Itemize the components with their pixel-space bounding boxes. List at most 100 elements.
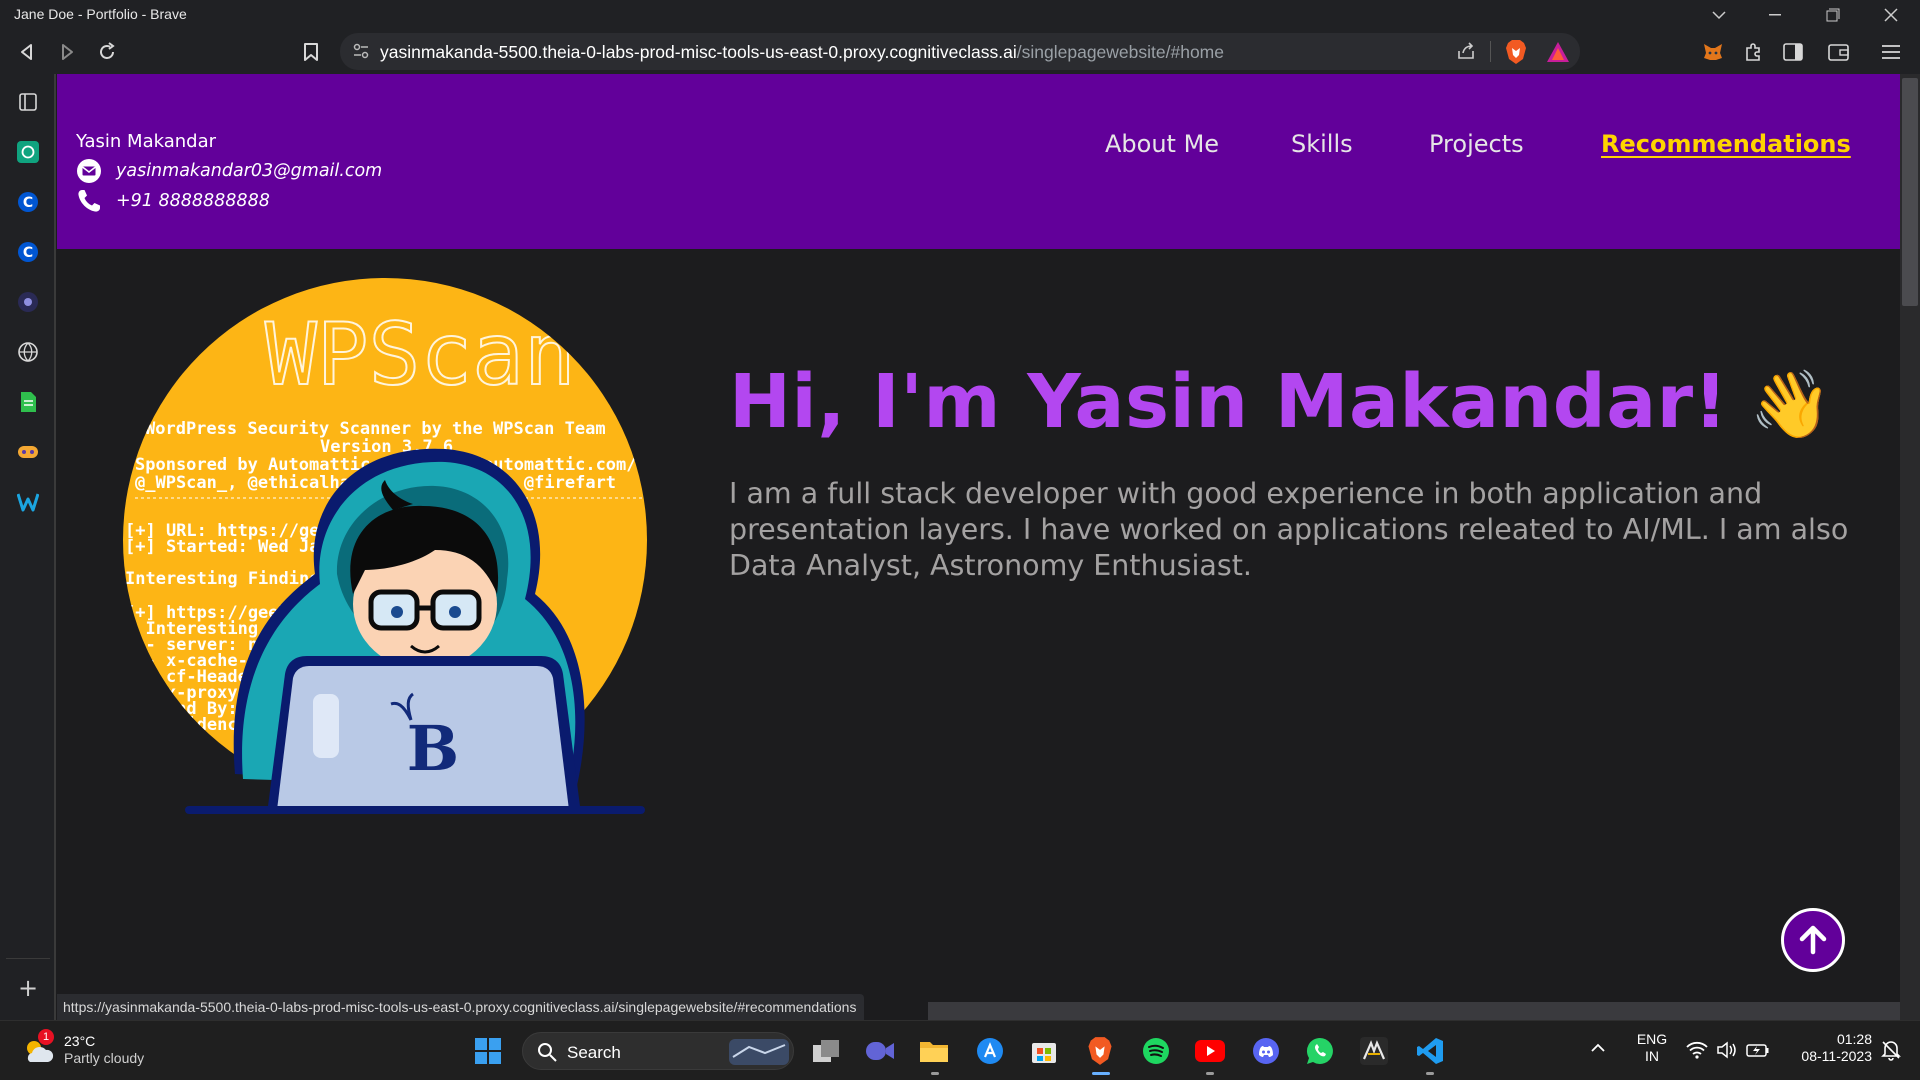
weather-desc: Partly cloudy <box>64 1050 145 1066</box>
svg-text:C: C <box>23 195 33 211</box>
windows-start-icon[interactable] <box>468 1031 508 1071</box>
webstorm-icon[interactable] <box>14 488 42 516</box>
clock[interactable]: 01:28 08-11-2023 <box>1782 1031 1872 1065</box>
weather-widget[interactable]: 1 23°C Partly cloudy <box>22 1029 145 1067</box>
teams-meet-icon[interactable] <box>860 1031 900 1071</box>
sidebar-divider <box>6 958 50 959</box>
waving-hand-icon: 👋 <box>1749 366 1833 443</box>
language-indicator[interactable]: ENG IN <box>1632 1031 1672 1065</box>
search-icon <box>538 1043 557 1062</box>
wifi-icon[interactable] <box>1686 1041 1708 1064</box>
clock-date: 08-11-2023 <box>1801 1048 1872 1064</box>
youtube-icon[interactable] <box>1190 1031 1230 1071</box>
nav-about-me[interactable]: About Me <box>1105 130 1219 158</box>
space-icon[interactable] <box>14 288 42 316</box>
window-title: Jane Doe - Portfolio - Brave <box>14 6 187 22</box>
windows-taskbar: 1 23°C Partly cloudy Search ENG IN 01:28… <box>0 1020 1920 1080</box>
add-sidebar-item-button[interactable]: + <box>14 974 42 1002</box>
weather-temp: 23°C <box>64 1033 96 1049</box>
clock-time: 01:28 <box>1836 1031 1872 1047</box>
scroll-to-top-button[interactable] <box>1781 908 1845 972</box>
phone-icon <box>76 188 102 214</box>
search-highlight-image <box>729 1039 789 1065</box>
forward-button[interactable] <box>50 35 84 69</box>
vscode-running-indicator <box>1426 1072 1434 1075</box>
volume-icon[interactable] <box>1716 1041 1738 1064</box>
microsoft-store-icon[interactable] <box>1024 1031 1064 1071</box>
discord-icon[interactable] <box>1246 1031 1286 1071</box>
sidebar-panel-icon[interactable] <box>14 88 42 116</box>
minimize-button[interactable] <box>1752 0 1798 29</box>
app-store-icon[interactable] <box>970 1031 1010 1071</box>
metamask-extension-icon[interactable] <box>1696 35 1730 69</box>
hero-title: Hi, I'm Yasin Makandar! 👋 <box>729 359 1833 445</box>
bookmark-icon[interactable] <box>294 35 328 69</box>
coursera-icon[interactable]: C <box>14 188 42 216</box>
laptop-logo-text: B <box>407 712 459 785</box>
main-nav: About Me Skills Projects Recommendations <box>57 130 1900 170</box>
svg-text:C: C <box>23 245 33 261</box>
spotify-icon[interactable] <box>1136 1031 1176 1071</box>
language-bottom: IN <box>1645 1048 1659 1064</box>
site-header: Yasin Makandar yasinmakandar03@gmail.com… <box>57 74 1900 249</box>
brave-rewards-icon[interactable] <box>1546 41 1570 67</box>
address-divider <box>1490 41 1491 62</box>
brave-icon[interactable] <box>1080 1031 1120 1071</box>
restore-button[interactable] <box>1810 0 1856 29</box>
browser-toolbar: yasinmakanda-5500.theia-0-labs-prod-misc… <box>0 29 1920 74</box>
browser-sidebar: C C + <box>0 74 56 1020</box>
status-bar-url: https://yasinmakanda-5500.theia-0-labs-p… <box>57 994 865 1020</box>
menu-hamburger-icon[interactable] <box>1874 35 1908 69</box>
language-top: ENG <box>1636 1031 1668 1047</box>
brave-shields-icon[interactable] <box>1504 39 1528 69</box>
gamepad-icon[interactable] <box>14 438 42 466</box>
nav-recommendations[interactable]: Recommendations <box>1601 130 1851 158</box>
nav-skills[interactable]: Skills <box>1291 130 1353 158</box>
globe-icon[interactable] <box>14 338 42 366</box>
hero-description: I am a full stack developer with good ex… <box>729 477 1849 582</box>
sidebar-toggle-icon[interactable] <box>1776 35 1810 69</box>
document-icon[interactable] <box>14 388 42 416</box>
weather-badge: 1 <box>38 1029 54 1045</box>
tab-search-chevron-icon[interactable] <box>1696 0 1742 29</box>
unknown-app-icon[interactable] <box>1354 1031 1394 1071</box>
notifications-bell-icon[interactable] <box>1880 1039 1902 1066</box>
url-text[interactable]: yasinmakanda-5500.theia-0-labs-prod-misc… <box>380 42 1224 63</box>
wallet-icon[interactable] <box>1822 35 1856 69</box>
site-settings-icon[interactable] <box>352 42 370 64</box>
hero-illustration: WPScan WordPress Security Scanner by the… <box>115 274 655 814</box>
share-icon[interactable] <box>1456 41 1476 65</box>
coursera-icon-2[interactable]: C <box>14 238 42 266</box>
phone-row[interactable]: +91 8888888888 <box>76 188 382 214</box>
battery-charging-icon[interactable] <box>1746 1041 1770 1064</box>
extensions-puzzle-icon[interactable] <box>1736 35 1770 69</box>
hacker-avatar-image: WPScan WordPress Security Scanner by the… <box>123 278 647 814</box>
youtube-running-indicator <box>1206 1072 1214 1075</box>
address-bar[interactable]: yasinmakanda-5500.theia-0-labs-prod-misc… <box>340 33 1580 70</box>
hero-title-text: Hi, I'm Yasin Makandar! <box>729 359 1728 445</box>
back-button[interactable] <box>10 35 44 69</box>
search-label: Search <box>567 1043 621 1062</box>
file-explorer-running-indicator <box>931 1072 939 1075</box>
phone-text[interactable]: +91 8888888888 <box>116 188 270 214</box>
nav-projects[interactable]: Projects <box>1429 130 1524 158</box>
show-hidden-icons-chevron[interactable] <box>1590 1041 1606 1059</box>
task-view-icon[interactable] <box>806 1031 846 1071</box>
reload-button[interactable] <box>90 35 124 69</box>
page-horizontal-scrollbar[interactable] <box>928 1002 1900 1020</box>
window-titlebar: Jane Doe - Portfolio - Brave <box>0 0 1920 29</box>
file-explorer-icon[interactable] <box>914 1031 954 1071</box>
close-window-button[interactable] <box>1868 0 1914 29</box>
chatgpt-icon[interactable] <box>14 138 42 166</box>
page-vertical-scrollbar[interactable] <box>1900 74 1920 1020</box>
art-line-0: WordPress Security Scanner by the WPScan… <box>145 419 606 439</box>
scrollbar-thumb[interactable] <box>1902 78 1918 306</box>
taskbar-search[interactable]: Search <box>522 1032 794 1070</box>
brave-active-indicator <box>1092 1072 1110 1075</box>
vscode-icon[interactable] <box>1410 1031 1450 1071</box>
whatsapp-icon[interactable] <box>1300 1031 1340 1071</box>
page-viewport: Yasin Makandar yasinmakandar03@gmail.com… <box>57 74 1900 1020</box>
url-path: /singlepagewebsite/#home <box>1016 42 1224 62</box>
url-host: yasinmakanda-5500.theia-0-labs-prod-misc… <box>380 42 1017 62</box>
arrow-up-icon <box>1799 925 1827 955</box>
